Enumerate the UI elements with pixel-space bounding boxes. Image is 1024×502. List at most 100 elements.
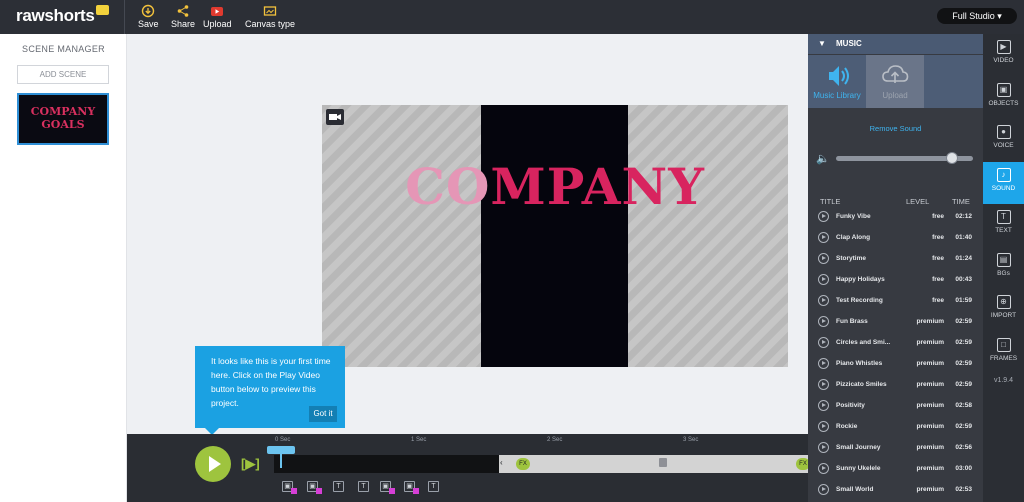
studio-mode-dropdown[interactable]: Full Studio ▾ (937, 8, 1017, 24)
top-toolbar: rawshorts Save Share Upload Canvas type … (0, 0, 1024, 34)
play-video-button[interactable] (195, 446, 231, 482)
layer-image-icon[interactable]: ▣ (307, 481, 322, 494)
save-button[interactable]: Save (138, 4, 159, 29)
objects-icon: ▣ (996, 82, 1011, 97)
play-song-icon[interactable] (818, 463, 829, 474)
music-panel: ▼ MUSIC Music Library Upload Remove Soun… (808, 34, 983, 502)
lock-icon[interactable] (659, 458, 667, 467)
frames-icon: □ (996, 337, 1011, 352)
layer-image-icon[interactable]: ▣ (404, 481, 419, 494)
fx-button[interactable]: FX (516, 458, 530, 470)
song-row[interactable]: Clap Along free 01:40 (808, 227, 983, 248)
got-it-button[interactable]: Got it (309, 406, 337, 422)
tab-upload[interactable]: Upload (866, 55, 924, 108)
song-row[interactable]: Pizzicato Smiles premium 02:59 (808, 374, 983, 395)
share-button[interactable]: Share (171, 4, 195, 29)
song-title: Pizzicato Smiles (836, 381, 887, 388)
song-title: Clap Along (836, 234, 871, 241)
camera-glyph (329, 114, 341, 120)
song-row[interactable]: Piano Whistles premium 02:59 (808, 353, 983, 374)
video-camera-icon[interactable] (326, 109, 344, 125)
rail-item-sound[interactable]: ♪ SOUND (983, 161, 1024, 204)
import-icon: ⊕ (996, 295, 1011, 309)
play-song-icon[interactable] (818, 232, 829, 243)
song-level: free (932, 297, 944, 304)
play-song-icon[interactable] (818, 379, 829, 390)
song-time: 02:58 (955, 402, 972, 409)
play-song-icon[interactable] (818, 295, 829, 306)
onboarding-tooltip: It looks like this is your first time he… (195, 346, 345, 435)
play-song-icon[interactable] (818, 316, 829, 327)
song-time: 03:00 (955, 465, 972, 472)
song-title: Fun Brass (836, 318, 868, 325)
timeline-tick: 2 Sec (547, 437, 563, 443)
song-row[interactable]: Storytime free 01:24 (808, 248, 983, 269)
layer-image-icon[interactable]: ▣ (380, 481, 395, 494)
song-row[interactable]: Fun Brass premium 02:59 (808, 311, 983, 332)
rail-item-frames[interactable]: □ FRAMES (983, 332, 1024, 374)
play-song-icon[interactable] (818, 421, 829, 432)
layer-image-icon[interactable]: ▣ (282, 481, 297, 494)
song-row[interactable]: Small World premium 02:53 (808, 479, 983, 500)
chevron-down-icon: ▼ (818, 39, 826, 48)
canvas-icon (263, 6, 277, 16)
stage-title-text[interactable]: COMPANY (322, 157, 788, 216)
song-title: Small World (836, 486, 874, 493)
chevron-left-icon[interactable]: ‹ (500, 458, 503, 467)
scene-clip-bar[interactable] (499, 455, 808, 473)
canvas-type-button[interactable]: Canvas type (245, 4, 295, 29)
timeline-tick: 1 Sec (411, 437, 427, 443)
add-scene-button[interactable]: ADD SCENE (17, 65, 109, 84)
play-song-icon[interactable] (818, 484, 829, 495)
rail-item-label: BGs (997, 269, 1010, 277)
song-row[interactable]: Happy Holidays free 00:43 (808, 269, 983, 290)
scene-thumb-line2: GOALS (41, 118, 85, 131)
remove-sound-link[interactable]: Remove Sound (808, 124, 983, 133)
cloud-upload-icon (882, 65, 909, 83)
speaker-icon (829, 66, 849, 86)
music-panel-title: MUSIC (836, 39, 862, 48)
save-label: Save (138, 19, 159, 29)
song-level: premium (916, 486, 944, 493)
rail-item-label: VOICE (993, 142, 1014, 149)
video-stage[interactable]: COMPANY (322, 105, 788, 367)
song-time: 02:59 (955, 318, 972, 325)
rail-item-label: SOUND (991, 184, 1016, 192)
rail-item-voice[interactable]: ● VOICE (983, 119, 1024, 161)
rail-item-import[interactable]: ⊕ IMPORT (983, 289, 1024, 331)
song-row[interactable]: Positivity premium 02:58 (808, 395, 983, 416)
volume-slider-knob[interactable] (946, 152, 959, 164)
song-row[interactable]: Circles and Smi... premium 02:59 (808, 332, 983, 353)
song-row[interactable]: Test Recording free 01:59 (808, 290, 983, 311)
song-time: 01:24 (955, 255, 972, 262)
play-song-icon[interactable] (818, 211, 829, 222)
upload-button[interactable]: Upload (203, 4, 232, 29)
scene-thumbnail[interactable]: COMPANY GOALS (17, 93, 109, 145)
song-row[interactable]: Rockie premium 02:59 (808, 416, 983, 437)
save-icon (142, 4, 155, 18)
play-song-icon[interactable] (818, 442, 829, 453)
rail-item-video[interactable]: ▶ VIDEO (983, 34, 1024, 76)
app-logo[interactable]: rawshorts (16, 5, 109, 26)
rail-item-bgs[interactable]: ▤ BGs (983, 247, 1024, 289)
song-row[interactable]: Funky Vibe free 02:12 (808, 206, 983, 227)
play-song-icon[interactable] (818, 253, 829, 264)
rail-item-text[interactable]: T TEXT (983, 204, 1024, 246)
play-song-icon[interactable] (818, 274, 829, 285)
play-song-icon[interactable] (818, 358, 829, 369)
music-panel-header[interactable]: ▼ MUSIC (808, 34, 983, 54)
song-title: Circles and Smi... (836, 339, 891, 346)
play-song-icon[interactable] (818, 337, 829, 348)
version-label: v1.9.4 (993, 377, 1014, 384)
rail-item-objects[interactable]: ▣ OBJECTS (983, 77, 1024, 119)
preview-scene-button[interactable]: [▶] (241, 456, 260, 472)
song-row[interactable]: Small Journey premium 02:56 (808, 437, 983, 458)
layer-text-icon[interactable]: T (428, 481, 439, 492)
voice-icon: ● (996, 125, 1011, 139)
song-row[interactable]: Sunny Ukelele premium 03:00 (808, 458, 983, 479)
play-song-icon[interactable] (818, 400, 829, 411)
layer-text-icon[interactable]: T (333, 481, 344, 492)
tab-music-library[interactable]: Music Library (808, 55, 866, 108)
layer-text-icon[interactable]: T (358, 481, 369, 492)
song-level: free (932, 276, 944, 283)
